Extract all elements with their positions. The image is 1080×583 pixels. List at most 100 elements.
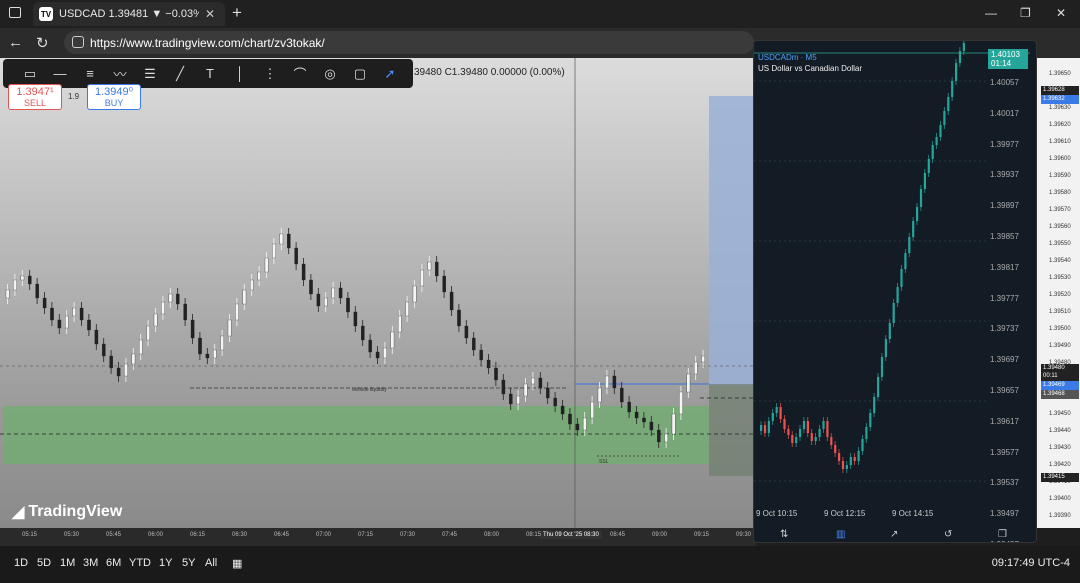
mobile-candle xyxy=(795,437,798,443)
buy-price: 1.3949⁰ xyxy=(94,86,134,98)
candle xyxy=(686,373,691,393)
candle xyxy=(605,375,609,389)
timeframe-all[interactable]: All xyxy=(205,557,217,569)
buy-button[interactable]: 1.3949⁰ BUY xyxy=(87,84,141,110)
candle xyxy=(405,301,409,317)
time-tick-label: 07:00 xyxy=(316,532,332,538)
candle xyxy=(331,287,335,299)
path-tool-icon[interactable]: 〰 xyxy=(105,63,135,85)
trendline-tool-icon[interactable]: ╱ xyxy=(165,63,195,85)
mobile-candle xyxy=(818,429,821,437)
price-chart[interactable]: sellside liquidity SSL 39480 C1.39480 0.… xyxy=(0,58,756,528)
price-tick-label: 1.39450 xyxy=(1049,411,1071,417)
candle xyxy=(116,367,121,377)
timeframe-1y[interactable]: 1Y xyxy=(159,557,172,569)
new-tab-button[interactable]: + xyxy=(232,3,242,23)
candle xyxy=(324,297,328,307)
mobile-candle xyxy=(779,407,782,419)
time-tick-label: 09:15 xyxy=(694,532,710,538)
back-icon[interactable]: ← xyxy=(8,34,23,51)
tv-logo-icon: ◢ xyxy=(12,504,25,521)
candles-icon[interactable]: ▥ xyxy=(836,529,845,540)
candlestick-chart[interactable]: sellside liquidity SSL xyxy=(0,58,756,528)
candle xyxy=(361,325,365,341)
candle xyxy=(634,411,639,419)
timeframe-1d[interactable]: 1D xyxy=(14,557,28,569)
horizontal-line-tool-icon[interactable]: — xyxy=(45,63,75,85)
timeframe-6m[interactable]: 6M xyxy=(106,557,121,569)
mobile-candle xyxy=(799,429,802,437)
circle-tool-icon[interactable]: ◎ xyxy=(315,63,345,85)
price-tag: 1.39628 xyxy=(1041,86,1079,95)
mobile-candle xyxy=(896,287,899,303)
candle xyxy=(479,349,483,361)
price-tick-label: 1.39400 xyxy=(1049,496,1071,502)
comment-tool-icon[interactable]: ▢ xyxy=(345,63,375,85)
mobile-candle xyxy=(845,465,848,469)
cursor-tool-icon[interactable]: ➚ xyxy=(375,63,405,85)
price-tag: 1.39415 xyxy=(1041,473,1079,482)
rectangle-tool-icon[interactable]: ▭ xyxy=(15,63,45,85)
candle xyxy=(57,319,62,329)
candle xyxy=(442,275,446,293)
timeframe-3m[interactable]: 3M xyxy=(83,557,98,569)
quantity[interactable]: 1.9 xyxy=(68,92,79,101)
site-info-icon[interactable] xyxy=(72,36,84,48)
mobile-candle xyxy=(838,453,841,461)
timeframe-5d[interactable]: 5D xyxy=(37,557,51,569)
history-icon[interactable]: ↺ xyxy=(944,529,952,540)
mobile-candle xyxy=(931,145,934,159)
reload-icon[interactable]: ↻ xyxy=(36,34,49,52)
price-axis[interactable]: 1.396501.396401.396301.396201.396101.396… xyxy=(1037,58,1080,528)
close-tab-icon[interactable]: ✕ xyxy=(205,7,215,21)
mobile-price-label: 1.39977 xyxy=(990,139,1019,149)
sort-icon[interactable]: ⇅ xyxy=(780,529,788,540)
tab-title: USDCAD 1.39481 ▼ −0.03% Unn xyxy=(59,8,199,20)
date-range-icon[interactable]: ▦ xyxy=(232,557,242,570)
time-axis[interactable]: Thu 09 Oct '25 08:30 05:15 05:30 05:45 06:0… xyxy=(0,528,756,546)
ruler-tool-icon[interactable]: ⋮ xyxy=(255,63,285,85)
fib-tool-icon[interactable]: ≡ xyxy=(75,63,105,85)
mobile-time-label: 9 Oct 14:15 xyxy=(892,509,934,518)
layers-icon[interactable]: ❐ xyxy=(998,529,1007,540)
time-tick-label: 07:30 xyxy=(400,532,416,538)
time-tick-label: 07:15 xyxy=(358,532,374,538)
candle xyxy=(390,331,395,349)
window-menu-icon[interactable] xyxy=(9,7,21,18)
candle xyxy=(79,307,84,321)
curve-tool-icon[interactable]: ⌒ xyxy=(285,63,315,85)
candle xyxy=(20,275,25,281)
time-tick-label: 09:30 xyxy=(736,532,752,538)
browser-tab[interactable]: TV USDCAD 1.39481 ▼ −0.03% Unn ✕ xyxy=(33,2,225,26)
candle xyxy=(5,289,10,299)
mobile-candle xyxy=(849,457,852,465)
minimize-icon[interactable]: — xyxy=(985,6,997,20)
close-window-icon[interactable]: ✕ xyxy=(1056,6,1066,20)
sell-button[interactable]: 1.3947¹ SELL xyxy=(8,84,62,110)
mobile-candle xyxy=(814,437,817,441)
price-tick-label: 1.39570 xyxy=(1049,207,1071,213)
vertical-line-tool-icon[interactable]: │ xyxy=(225,63,255,85)
timeframe-1m[interactable]: 1M xyxy=(60,557,75,569)
candle xyxy=(679,391,683,415)
mobile-chart-overlay: USDCADm · M5 US Dollar vs Canadian Dolla… xyxy=(753,40,1037,543)
mobile-candle xyxy=(873,397,876,413)
text-tool-icon[interactable]: T xyxy=(195,63,225,85)
url-field[interactable]: https://www.tradingview.com/chart/zv3tok… xyxy=(64,31,754,54)
drawing-toolbar: ▭ — ≡ 〰 ☰ ╱ T │ ⋮ ⌒ ◎ ▢ ➚ xyxy=(3,59,413,88)
timeframe-ytd[interactable]: YTD xyxy=(129,557,151,569)
price-tag: 1.39469 xyxy=(1041,381,1079,390)
indicator-icon[interactable]: ↗ xyxy=(890,529,898,540)
timeframe-5y[interactable]: 5Y xyxy=(182,557,195,569)
maximize-icon[interactable]: ❐ xyxy=(1020,6,1031,20)
tradingview-favicon-icon: TV xyxy=(39,7,53,21)
candle xyxy=(435,261,439,277)
buy-label: BUY xyxy=(104,98,124,108)
mobile-candle xyxy=(775,407,778,413)
logo-text: TradingView xyxy=(28,503,123,520)
clock[interactable]: 09:17:49 UTC-4 xyxy=(992,557,1070,569)
price-tick-label: 1.39530 xyxy=(1049,275,1071,281)
time-tick-label: 05:30 xyxy=(64,532,80,538)
candle xyxy=(124,363,128,377)
channel-tool-icon[interactable]: ☰ xyxy=(135,63,165,85)
